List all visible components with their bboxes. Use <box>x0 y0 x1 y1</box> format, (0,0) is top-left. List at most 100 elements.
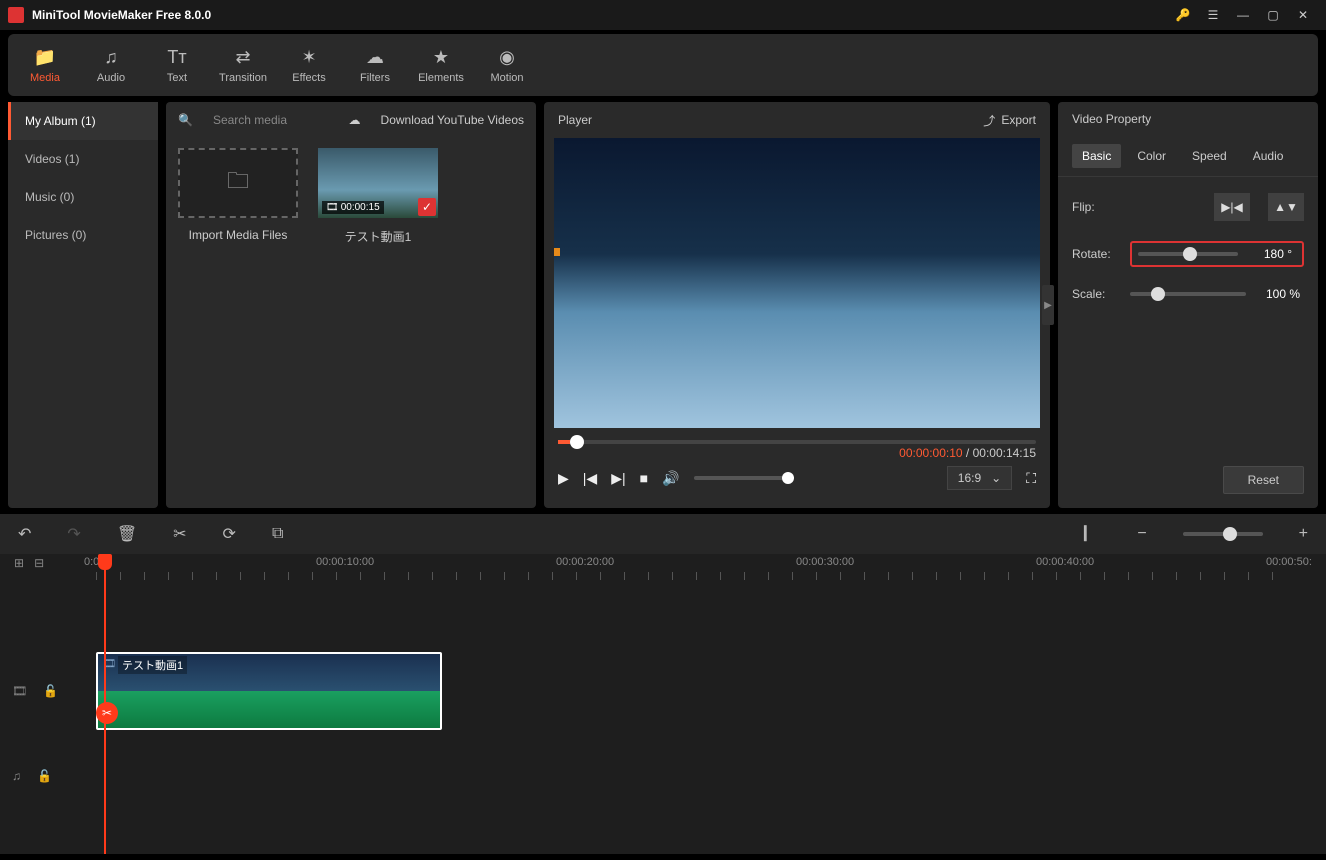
rotate-value[interactable]: 180 ° <box>1246 247 1296 261</box>
total-time: 00:00:14:15 <box>973 446 1036 460</box>
remove-track-button[interactable]: ⊟ <box>34 556 44 570</box>
sidebar-item[interactable]: Videos (1) <box>8 140 158 178</box>
cut-marker-icon[interactable]: ✂ <box>96 702 118 724</box>
tab-elements[interactable]: ★Elements <box>412 34 470 96</box>
clip-name: テスト動画1 <box>318 228 438 245</box>
license-key-icon[interactable]: 🔑 <box>1168 0 1198 30</box>
rotate-slider[interactable] <box>1138 252 1238 256</box>
stop-button[interactable]: ■ <box>640 470 648 486</box>
chevron-down-icon: ⌄ <box>991 471 1001 485</box>
lock-icon[interactable]: 🔓 <box>43 684 58 698</box>
export-icon: ⤴ <box>983 112 995 129</box>
timeline-ruler[interactable]: ⊞ ⊟ 0:0000:00:10:0000:00:20:0000:00:30:0… <box>0 554 1326 586</box>
elements-icon: ★ <box>433 47 449 68</box>
redo-button[interactable]: ↷ <box>67 524 80 544</box>
scale-slider[interactable] <box>1130 292 1246 296</box>
fullscreen-button[interactable]: ⛶ <box>1026 470 1036 487</box>
volume-icon[interactable]: 🔊 <box>662 470 679 487</box>
close-button[interactable]: ✕ <box>1288 0 1318 30</box>
flip-vertical-button[interactable]: ▲▼ <box>1268 193 1304 221</box>
tab-media[interactable]: 📁Media <box>16 34 74 96</box>
property-title: Video Property <box>1058 102 1318 136</box>
film-icon: 🎞 <box>12 684 27 698</box>
panel-expand-handle[interactable]: ▶ <box>1042 285 1054 325</box>
export-label: Export <box>1001 113 1036 127</box>
album-sidebar: My Album (1)Videos (1)Music (0)Pictures … <box>8 102 158 508</box>
sidebar-item[interactable]: My Album (1) <box>8 102 158 140</box>
zoom-out-button[interactable]: − <box>1137 525 1146 543</box>
text-icon: Tт <box>167 47 186 68</box>
folder-icon: 🗀 <box>227 164 249 202</box>
media-panel: 🔍 Search media ☁ Download YouTube Videos… <box>166 102 536 508</box>
crop-button[interactable]: ⧉ <box>272 525 283 543</box>
scale-value[interactable]: 100 % <box>1254 287 1304 301</box>
property-tab-color[interactable]: Color <box>1127 144 1176 168</box>
property-tab-speed[interactable]: Speed <box>1182 144 1237 168</box>
snap-icon[interactable]: ⎹⎸ <box>1069 525 1101 543</box>
play-button[interactable]: ▶ <box>558 470 569 487</box>
ruler-label: 00:00:30:00 <box>796 556 854 568</box>
scrub-bar[interactable] <box>558 440 1036 444</box>
delete-button[interactable]: 🗑 <box>117 524 137 544</box>
undo-button[interactable]: ↶ <box>18 524 31 544</box>
ruler-label: 00:00:10:00 <box>316 556 374 568</box>
split-button[interactable]: ✂ <box>173 524 186 544</box>
import-label: Import Media Files <box>178 228 298 242</box>
zoom-in-button[interactable]: + <box>1299 525 1308 543</box>
property-tab-audio[interactable]: Audio <box>1243 144 1294 168</box>
search-input[interactable]: Search media <box>213 113 329 127</box>
video-viewport[interactable] <box>554 138 1040 428</box>
tab-filters[interactable]: ☁Filters <box>346 34 404 96</box>
timeline-toolbar: ↶ ↷ 🗑 ✂ ⟳ ⧉ ⎹⎸ − + <box>0 514 1326 554</box>
tab-effects[interactable]: ✶Effects <box>280 34 338 96</box>
titlebar: MiniTool MovieMaker Free 8.0.0 🔑 ☰ — ▢ ✕ <box>0 0 1326 30</box>
tab-audio[interactable]: ♫Audio <box>82 34 140 96</box>
sidebar-item[interactable]: Music (0) <box>8 178 158 216</box>
transition-icon: ⇄ <box>235 47 250 68</box>
clip-duration: 00:00:15 <box>341 202 380 213</box>
aspect-ratio-select[interactable]: 16:9 ⌄ <box>947 466 1012 490</box>
minimize-button[interactable]: — <box>1228 0 1258 30</box>
rotate-control-highlight: 180 ° <box>1130 241 1304 267</box>
app-title: MiniTool MovieMaker Free 8.0.0 <box>32 8 1168 22</box>
video-track[interactable]: 🎞 🔓 🎞 テスト動画1 <box>0 646 1326 736</box>
flip-label: Flip: <box>1072 200 1124 214</box>
volume-slider[interactable] <box>694 476 794 480</box>
tab-transition[interactable]: ⇄Transition <box>214 34 272 96</box>
ruler-label: 00:00:50: <box>1266 556 1312 568</box>
timeline[interactable]: ✂ ⊞ ⊟ 0:0000:00:10:0000:00:20:0000:00:30… <box>0 554 1326 854</box>
tab-motion[interactable]: ◉Motion <box>478 34 536 96</box>
clip-label: テスト動画1 <box>118 656 187 674</box>
reset-button[interactable]: Reset <box>1223 466 1304 494</box>
add-track-button[interactable]: ⊞ <box>14 556 24 570</box>
lock-icon[interactable]: 🔓 <box>37 769 52 783</box>
media-icon: 📁 <box>34 47 56 68</box>
sidebar-item[interactable]: Pictures (0) <box>8 216 158 254</box>
aspect-value: 16:9 <box>958 471 981 485</box>
motion-icon: ◉ <box>499 47 515 68</box>
export-button[interactable]: ⤴ Export <box>983 112 1036 129</box>
download-icon: ☁ <box>349 113 361 127</box>
timeline-clip[interactable]: 🎞 テスト動画1 <box>96 652 442 730</box>
property-tab-basic[interactable]: Basic <box>1072 144 1121 168</box>
import-media-button[interactable]: 🗀 Import Media Files <box>178 148 298 245</box>
time-sep: / <box>966 446 973 460</box>
search-icon: 🔍 <box>178 113 193 127</box>
speed-button[interactable]: ⟳ <box>223 524 236 544</box>
main-toolbar: 📁Media♫AudioTтText⇄Transition✶Effects☁Fi… <box>8 34 1318 96</box>
ruler-label: 00:00:40:00 <box>1036 556 1094 568</box>
audio-track[interactable]: ♫ 🔓 <box>0 736 1326 816</box>
flip-horizontal-button[interactable]: ▶|◀ <box>1214 193 1250 221</box>
media-clip-item[interactable]: 🎞00:00:15 ✓ テスト動画1 <box>318 148 438 245</box>
ruler-label: 00:00:20:00 <box>556 556 614 568</box>
menu-icon[interactable]: ☰ <box>1198 0 1228 30</box>
download-youtube-link[interactable]: Download YouTube Videos <box>381 113 524 127</box>
prev-frame-button[interactable]: |◀ <box>583 470 597 487</box>
app-logo <box>8 7 24 23</box>
zoom-slider[interactable] <box>1183 532 1263 536</box>
next-frame-button[interactable]: ▶| <box>611 470 625 487</box>
filters-icon: ☁ <box>366 47 384 68</box>
film-icon: 🎞 <box>326 202 339 213</box>
tab-text[interactable]: TтText <box>148 34 206 96</box>
maximize-button[interactable]: ▢ <box>1258 0 1288 30</box>
